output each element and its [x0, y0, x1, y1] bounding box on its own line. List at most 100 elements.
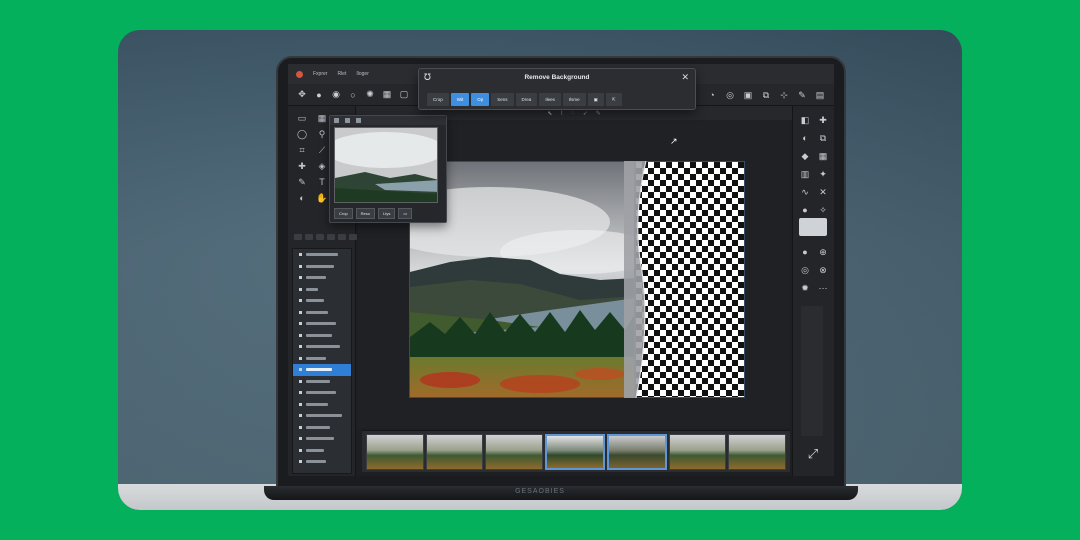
- layer-item[interactable]: [293, 318, 351, 330]
- preview-more-icon[interactable]: ▭: [398, 208, 413, 219]
- layer-item[interactable]: [293, 341, 351, 353]
- layer-item-active[interactable]: [293, 364, 351, 376]
- settings-tool-icon[interactable]: ✺: [362, 87, 378, 103]
- layer-item[interactable]: [293, 410, 351, 422]
- dot-icon[interactable]: ●: [799, 246, 811, 258]
- curves-icon[interactable]: ∿: [799, 186, 811, 198]
- layer-item[interactable]: [293, 261, 351, 273]
- frame-tool-icon[interactable]: ▢: [396, 87, 412, 103]
- preview-crop-button[interactable]: Crop: [334, 208, 353, 219]
- gradient-tool-icon[interactable]: ◐: [296, 192, 308, 204]
- add-icon[interactable]: ✚: [817, 114, 829, 126]
- filter-icon[interactable]: ◆: [799, 150, 811, 162]
- menu-item-edit[interactable]: Rlet: [337, 71, 346, 77]
- dialog-view-icon[interactable]: ▣: [587, 93, 604, 106]
- strip-cell[interactable]: [338, 234, 346, 240]
- plus-icon[interactable]: ⊕: [817, 246, 829, 258]
- pin-icon[interactable]: ⊗: [817, 264, 829, 276]
- preview-reso-button[interactable]: Reso: [355, 208, 376, 219]
- layer-item[interactable]: [293, 295, 351, 307]
- layer-item[interactable]: [293, 399, 351, 411]
- filmstrip-thumbnail[interactable]: [668, 434, 727, 470]
- menu-item-image[interactable]: Iloger: [356, 71, 369, 77]
- text-tool-icon[interactable]: T: [316, 176, 328, 188]
- history-icon[interactable]: ◔: [704, 87, 720, 103]
- layer-item[interactable]: [293, 376, 351, 388]
- close-icon[interactable]: ✕: [681, 72, 689, 83]
- dialog-crop-button[interactable]: Crop: [427, 93, 449, 106]
- ring-icon[interactable]: ◎: [799, 264, 811, 276]
- menu-item-file[interactable]: Fxprer: [313, 71, 327, 77]
- share-icon[interactable]: ⊹: [776, 87, 792, 103]
- filmstrip-thumbnail[interactable]: [425, 434, 484, 470]
- layers-icon[interactable]: ⧉: [758, 87, 774, 103]
- panel-scrollbar[interactable]: [801, 306, 823, 436]
- levels-icon[interactable]: ▥: [799, 168, 811, 180]
- eyedrop-tool-icon[interactable]: ⟋: [316, 144, 328, 156]
- select-tool-icon[interactable]: ▦: [316, 112, 328, 124]
- dots-icon[interactable]: ⋯: [817, 282, 829, 294]
- grid-tool-icon[interactable]: ▦: [379, 87, 395, 103]
- dialog-ilsme-button[interactable]: Ilsme: [562, 93, 586, 106]
- brush-option-icon[interactable]: ⌇: [560, 110, 563, 117]
- star-icon[interactable]: ✦: [817, 168, 829, 180]
- dialog-sens-button[interactable]: Sens: [491, 93, 514, 106]
- brush-small-icon[interactable]: ✎: [296, 176, 308, 188]
- fullscreen-icon[interactable]: ⤢: [803, 444, 823, 464]
- filmstrip-thumbnail[interactable]: [728, 434, 787, 470]
- dialog-op-button[interactable]: Op: [471, 93, 490, 106]
- feather-option-icon[interactable]: ➶: [583, 110, 588, 117]
- layer-item[interactable]: [293, 284, 351, 296]
- strip-cell[interactable]: [294, 234, 302, 240]
- color-icon[interactable]: ●: [799, 204, 811, 216]
- brush-tool-icon[interactable]: ●: [311, 87, 327, 103]
- hand-tool-icon[interactable]: ✋: [316, 192, 328, 204]
- dialog-ilees-button[interactable]: Ilees: [539, 93, 561, 106]
- save-icon[interactable]: ▣: [740, 87, 756, 103]
- filmstrip-thumbnail[interactable]: [366, 434, 424, 470]
- dialog-wit-button[interactable]: Wit: [450, 93, 470, 106]
- layer-item[interactable]: [293, 249, 351, 261]
- crop-tool-icon[interactable]: ⌗: [296, 144, 308, 156]
- layer-item[interactable]: [293, 422, 351, 434]
- clone-tool-icon[interactable]: ◈: [316, 160, 328, 172]
- layer-item[interactable]: [293, 433, 351, 445]
- move-tool-icon[interactable]: ✥: [294, 87, 310, 103]
- eraser-tool-icon[interactable]: ◉: [328, 87, 344, 103]
- preview-tab-icon[interactable]: [356, 118, 361, 123]
- grid-icon[interactable]: ▦: [817, 150, 829, 162]
- pen-icon[interactable]: ✎: [794, 87, 810, 103]
- lasso-small-icon[interactable]: ◯: [296, 128, 308, 140]
- filmstrip-thumbnail-selected[interactable]: [606, 434, 667, 470]
- adjust-icon[interactable]: ◧: [799, 114, 811, 126]
- shape-option-icon[interactable]: ◌: [571, 110, 575, 116]
- layer-item[interactable]: [293, 353, 351, 365]
- layer-item[interactable]: [293, 330, 351, 342]
- pointer-icon[interactable]: ⬉: [547, 110, 552, 117]
- strip-cell[interactable]: [349, 234, 357, 240]
- wand-tool-icon[interactable]: ⚲: [316, 128, 328, 140]
- dialog-export-icon[interactable]: ⇱: [605, 93, 622, 106]
- fx-icon[interactable]: ✧: [817, 204, 829, 216]
- lasso-tool-icon[interactable]: ○: [345, 87, 361, 103]
- strip-cell[interactable]: [316, 234, 324, 240]
- filmstrip-thumbnail[interactable]: [485, 434, 544, 470]
- mask-icon[interactable]: ◐: [799, 132, 811, 144]
- strip-cell[interactable]: [305, 234, 313, 240]
- preview-tab-icon[interactable]: [345, 118, 350, 123]
- marquee-tool-icon[interactable]: ▭: [296, 112, 308, 124]
- layer-item[interactable]: [293, 445, 351, 457]
- layer-item[interactable]: [293, 456, 351, 468]
- preview-ltys-button[interactable]: Ltys: [378, 208, 396, 219]
- layer-item[interactable]: [293, 387, 351, 399]
- more-icon[interactable]: ▤: [812, 87, 828, 103]
- copy-icon[interactable]: ⧉: [817, 132, 829, 144]
- preview-tab-icon[interactable]: [334, 118, 339, 123]
- filmstrip-thumbnail-selected[interactable]: [545, 434, 605, 470]
- cross-icon[interactable]: ✕: [817, 186, 829, 198]
- dialog-drea-button[interactable]: Drea: [515, 93, 538, 106]
- target-icon[interactable]: ◎: [722, 87, 738, 103]
- layer-item[interactable]: [293, 307, 351, 319]
- drop-icon[interactable]: ✹: [799, 282, 811, 294]
- layer-item[interactable]: [293, 272, 351, 284]
